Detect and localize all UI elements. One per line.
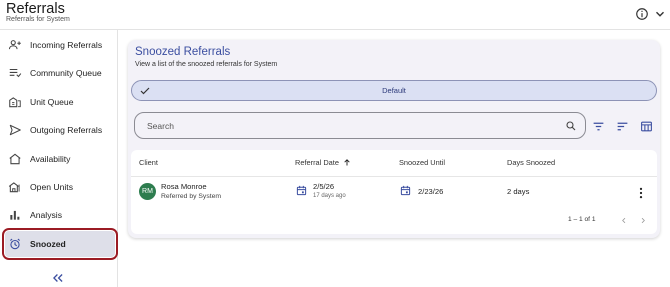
sidebar-item-label: Community Queue — [30, 68, 102, 78]
next-page-icon[interactable] — [639, 216, 647, 225]
sidebar: Incoming Referrals Community Queue Unit … — [0, 30, 118, 287]
sidebar-item-open-units[interactable]: Open Units — [5, 174, 115, 200]
sidebar-item-analysis[interactable]: Analysis — [5, 202, 115, 228]
sort-icon[interactable] — [616, 120, 629, 133]
more-vert-icon[interactable] — [638, 187, 644, 199]
page-title: Snoozed Referrals — [135, 46, 231, 58]
referrals-table: Client Referral Date Snoozed Until Days … — [131, 150, 657, 234]
page-subtitle: View a list of the snoozed referrals for… — [135, 61, 278, 68]
prev-page-icon[interactable] — [620, 216, 628, 225]
view-label: Default — [382, 86, 406, 95]
sidebar-item-availability[interactable]: Availability — [5, 146, 115, 172]
client-name[interactable]: Rosa Monroe — [161, 182, 207, 191]
person-add-icon — [8, 40, 21, 50]
home-icon — [9, 153, 21, 165]
sidebar-item-label: Analysis — [30, 210, 62, 220]
sidebar-item-label: Incoming Referrals — [30, 40, 103, 50]
sidebar-item-label: Availability — [30, 154, 71, 164]
filter-icon[interactable] — [592, 120, 605, 133]
column-header-snoozed-until[interactable]: Snoozed Until — [399, 158, 445, 167]
sidebar-item-label: Snoozed — [30, 239, 66, 249]
sidebar-item-incoming-referrals[interactable]: Incoming Referrals — [5, 32, 115, 58]
referral-date: 2/5/26 — [313, 182, 335, 191]
app-header: Referrals Referrals for System — [0, 0, 670, 30]
column-header-client[interactable]: Client — [139, 158, 158, 167]
sidebar-item-label: Open Units — [30, 182, 73, 192]
sidebar-item-community-queue[interactable]: Community Queue — [5, 60, 115, 86]
avatar: RM — [139, 183, 156, 200]
sidebar-item-unit-queue[interactable]: Unit Queue — [5, 89, 115, 115]
snoozed-referrals-card: Snoozed Referrals View a list of the sno… — [128, 40, 660, 238]
building-queue-icon — [9, 97, 21, 108]
sidebar-item-label: Outgoing Referrals — [30, 125, 103, 135]
double-chevron-left-icon[interactable] — [50, 271, 66, 285]
sidebar-item-label: Unit Queue — [30, 97, 74, 107]
sidebar-item-outgoing-referrals[interactable]: Outgoing Referrals — [5, 117, 115, 143]
bar-chart-icon — [10, 210, 20, 220]
calendar-icon — [296, 185, 307, 196]
header-divider — [131, 176, 657, 177]
info-icon[interactable] — [635, 7, 649, 21]
search-input[interactable] — [147, 119, 547, 133]
app-title: Referrals — [6, 1, 65, 17]
days-snoozed: 2 days — [507, 187, 530, 196]
pagination-range: 1 – 1 of 1 — [568, 216, 596, 223]
calendar-icon — [400, 185, 411, 196]
open-home-icon — [8, 182, 20, 193]
alarm-icon — [9, 238, 21, 250]
column-header-referral-date[interactable]: Referral Date — [295, 158, 339, 167]
referred-by: Referred by System — [161, 193, 222, 200]
app-subtitle: Referrals for System — [6, 16, 70, 23]
search-icon[interactable] — [565, 120, 577, 132]
main-content: Snoozed Referrals View a list of the sno… — [118, 30, 670, 287]
referral-age: 17 days ago — [313, 193, 346, 199]
search-box[interactable] — [134, 112, 586, 139]
sort-arrow-up-icon[interactable] — [343, 158, 351, 167]
snoozed-until: 2/23/26 — [418, 187, 444, 196]
table-columns-icon[interactable] — [640, 120, 653, 133]
send-icon — [9, 124, 21, 136]
queue-list-icon — [9, 68, 22, 78]
view-default-chip[interactable]: Default — [131, 80, 657, 101]
sidebar-item-snoozed[interactable]: Snoozed — [2, 228, 118, 260]
column-header-days-snoozed[interactable]: Days Snoozed — [507, 158, 555, 167]
chevron-down-icon[interactable] — [653, 7, 667, 21]
